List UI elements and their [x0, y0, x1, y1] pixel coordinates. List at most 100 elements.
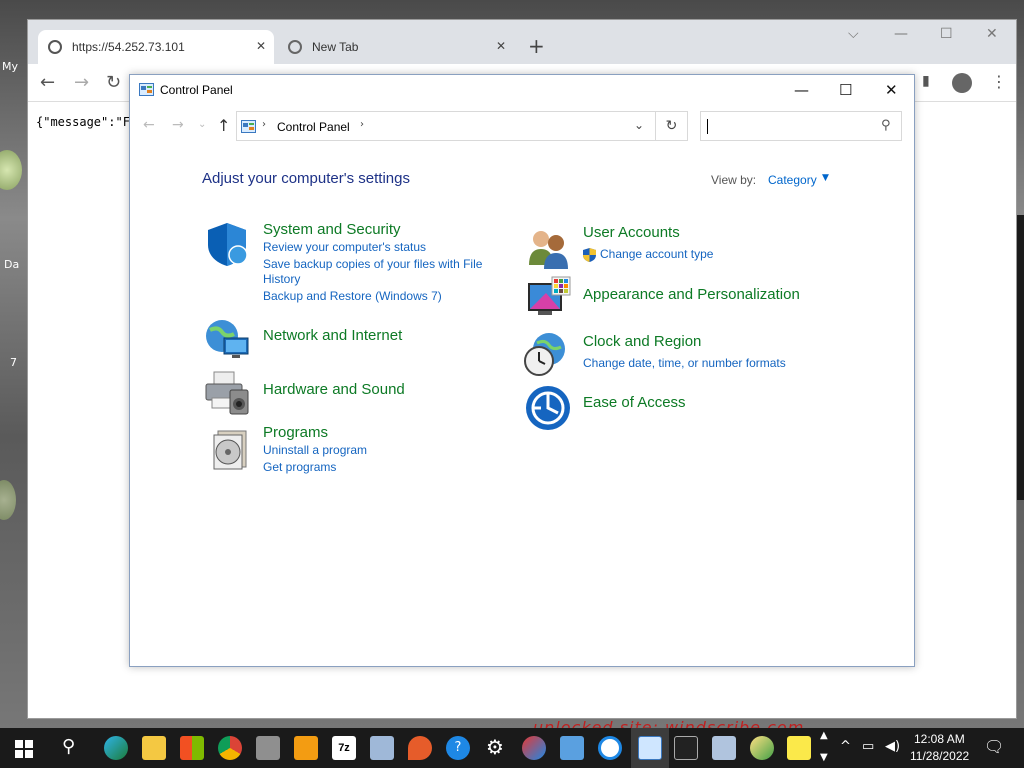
users-icon[interactable]	[526, 225, 572, 271]
tools-icon[interactable]	[750, 736, 774, 760]
control-panel-icon	[241, 120, 256, 133]
terminal-icon[interactable]	[674, 736, 698, 760]
windows-start-icon[interactable]	[15, 740, 33, 758]
close-icon[interactable]: ✕	[496, 39, 506, 53]
media-player-icon[interactable]	[294, 736, 318, 760]
back-arrow-icon[interactable]: ←	[143, 117, 155, 133]
desktop-label-my[interactable]: My	[2, 60, 18, 73]
category-clock-region[interactable]: Clock and Region	[583, 333, 701, 350]
minimize-button[interactable]: —	[794, 81, 809, 99]
globe-network-icon[interactable]	[204, 316, 250, 362]
breadcrumb-control-panel[interactable]: Control Panel	[277, 120, 350, 134]
settings-gear-icon[interactable]: ⚙	[486, 735, 504, 759]
close-button[interactable]: ✕	[885, 81, 898, 99]
link-review-status[interactable]: Review your computer's status	[263, 240, 426, 254]
chevron-right-icon[interactable]: ›	[360, 119, 364, 130]
file-explorer-icon[interactable]	[142, 736, 166, 760]
desktop-decoration	[0, 480, 16, 520]
network-icon[interactable]: ▭	[862, 739, 874, 754]
image-viewer-icon[interactable]	[370, 736, 394, 760]
refresh-button[interactable]: ↻	[656, 111, 688, 141]
view-by-dropdown[interactable]: Category	[768, 173, 817, 187]
chevron-down-icon[interactable]: ⌵	[848, 26, 859, 42]
scroll-up-icon[interactable]: ▲	[820, 730, 828, 741]
up-arrow-icon[interactable]: ↑	[217, 116, 230, 135]
desktop-label-da[interactable]: Da	[4, 258, 19, 271]
category-appearance-personalization[interactable]: Appearance and Personalization	[583, 286, 800, 303]
link-uninstall-program[interactable]: Uninstall a program	[263, 443, 367, 457]
reload-icon[interactable]: ↻	[106, 72, 121, 93]
caret-down-icon[interactable]: ▼	[822, 173, 829, 183]
link-change-date-time[interactable]: Change date, time, or number formats	[583, 356, 786, 370]
scroll-down-icon[interactable]: ▼	[820, 752, 828, 763]
globe-icon	[48, 40, 62, 54]
search-icon[interactable]: ⚲	[62, 736, 75, 757]
link-get-programs[interactable]: Get programs	[263, 460, 336, 474]
programs-disc-icon[interactable]	[208, 425, 254, 471]
network-manager-icon[interactable]	[712, 736, 736, 760]
remote-desktop-icon[interactable]	[560, 736, 584, 760]
shield-icon[interactable]	[204, 221, 250, 267]
browser-tab-ip[interactable]: https://54.252.73.101 ✕	[38, 30, 274, 64]
paint-icon[interactable]	[522, 736, 546, 760]
menu-kebab-icon[interactable]: ⋮	[991, 72, 1007, 91]
close-icon[interactable]: ✕	[256, 39, 266, 53]
calculator-icon[interactable]	[256, 736, 280, 760]
category-network-internet[interactable]: Network and Internet	[263, 327, 402, 344]
7zip-icon[interactable]: 7z	[332, 736, 356, 760]
category-hardware-sound[interactable]: Hardware and Sound	[263, 381, 405, 398]
view-by-label: View by:	[711, 173, 757, 187]
browser-tab-newtab[interactable]: New Tab ✕	[278, 30, 514, 64]
printer-speaker-icon[interactable]	[204, 370, 250, 416]
category-programs[interactable]: Programs	[263, 424, 328, 441]
close-button[interactable]: ✕	[986, 26, 998, 42]
back-arrow-icon[interactable]: ←	[40, 72, 55, 93]
forward-arrow-icon[interactable]: →	[74, 72, 89, 93]
recent-chevron-icon[interactable]: ⌄	[198, 119, 206, 130]
bookmark-icon[interactable]: ▮	[922, 73, 930, 89]
minimize-button[interactable]: —	[894, 26, 908, 42]
volume-icon[interactable]: ◀)	[885, 739, 900, 754]
maps-icon[interactable]	[408, 736, 432, 760]
clock-time[interactable]: 12:08 AM	[914, 732, 965, 746]
profile-avatar-icon[interactable]	[952, 73, 972, 93]
new-tab-button[interactable]: +	[528, 34, 545, 58]
forward-arrow-icon[interactable]: →	[172, 117, 184, 133]
category-user-accounts[interactable]: User Accounts	[583, 224, 680, 241]
internet-explorer-icon[interactable]	[598, 736, 622, 760]
clock-globe-icon[interactable]	[523, 331, 569, 377]
tab-label: New Tab	[312, 40, 359, 54]
ease-of-access-icon[interactable]	[525, 385, 571, 431]
maximize-button[interactable]: ☐	[839, 81, 852, 99]
desktop-label-7[interactable]: 7	[10, 356, 17, 369]
control-panel-titlebar[interactable]: Control Panel — ☐ ✕	[130, 75, 914, 105]
chevron-down-icon[interactable]: ⌄	[634, 118, 644, 132]
link-change-account-type[interactable]: Change account type	[600, 247, 713, 261]
chevron-right-icon[interactable]: ›	[262, 119, 266, 130]
control-panel-icon	[139, 83, 154, 96]
chrome-icon[interactable]	[218, 736, 242, 760]
monitor-palette-icon[interactable]	[526, 275, 572, 321]
maximize-button[interactable]: ☐	[940, 26, 953, 42]
link-save-backup[interactable]: Save backup copies of your files with Fi…	[263, 257, 482, 271]
link-save-backup-history[interactable]: History	[263, 272, 300, 286]
address-bar[interactable]: › Control Panel › ⌄	[236, 111, 656, 141]
help-icon[interactable]: ?	[446, 736, 470, 760]
control-panel-icon[interactable]	[638, 736, 662, 760]
tab-label: https://54.252.73.101	[72, 40, 185, 54]
browser-tabstrip: https://54.252.73.101 ✕ New Tab ✕ + ⌵ — …	[28, 20, 1016, 64]
sticky-notes-icon[interactable]	[787, 736, 811, 760]
link-backup-restore[interactable]: Backup and Restore (Windows 7)	[263, 289, 442, 303]
tray-overflow-chevron-icon[interactable]: ^	[840, 739, 851, 754]
notification-icon[interactable]: 🗨	[984, 737, 1004, 756]
category-system-security[interactable]: System and Security	[263, 221, 401, 238]
category-ease-of-access[interactable]: Ease of Access	[583, 394, 686, 411]
background-window-edge	[1016, 215, 1024, 500]
clock-date[interactable]: 11/28/2022	[910, 749, 969, 763]
taskbar: ⚲ 7z ? ⚙ ▲ ▼ ^ ▭ ◀) 12:08 AM 11/28/2022 …	[0, 728, 1024, 768]
store-icon[interactable]	[180, 736, 204, 760]
search-icon[interactable]: ⚲	[881, 118, 891, 133]
edge-icon[interactable]	[104, 736, 128, 760]
search-input[interactable]: ⚲	[700, 111, 902, 141]
control-panel-window: Control Panel — ☐ ✕ ← → ⌄ ↑ › Control Pa…	[129, 74, 915, 667]
